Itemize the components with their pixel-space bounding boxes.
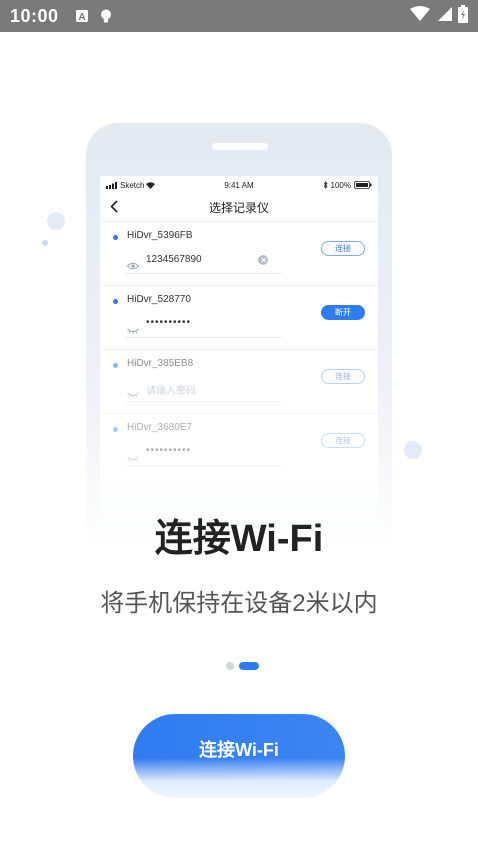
bluetooth-icon — [323, 181, 328, 189]
decor-bubble — [47, 212, 65, 230]
connect-button[interactable]: 连接 — [321, 433, 365, 448]
connect-button[interactable]: 连接 — [321, 369, 365, 384]
page-subtitle: 将手机保持在设备2米以内 — [100, 590, 378, 617]
status-right-icons — [410, 0, 468, 32]
device-row: HiDvr_385EB8 请输入密码 连接 — [100, 350, 378, 414]
ios-battery: 100% — [323, 181, 372, 190]
phone-speaker — [212, 143, 268, 150]
password-placeholder[interactable]: 请输入密码 — [146, 382, 196, 397]
page-indicator — [226, 662, 259, 670]
svg-text:A: A — [78, 12, 85, 23]
device-row: HiDvr_528770 •••••••••• 断开 — [100, 286, 378, 350]
device-dot — [113, 235, 118, 240]
page-dot[interactable] — [226, 662, 234, 670]
password-field[interactable]: •••••••••• — [146, 445, 191, 456]
nav-bar: 选择记录仪 — [100, 194, 378, 222]
clear-input-icon[interactable] — [258, 255, 268, 265]
device-row: HiDvr_3680E7 •••••••••• 连接 — [100, 414, 378, 477]
battery-icon — [458, 4, 468, 28]
phone-illustration: Sketch 9:41 AM 100% 选择记录仪 HiDvr_5396FB 1… — [86, 123, 392, 556]
device-dot — [113, 299, 118, 304]
decor-bubble — [404, 441, 422, 459]
ios-status-bar: Sketch 9:41 AM 100% — [100, 176, 378, 194]
input-underline — [126, 273, 281, 274]
device-row: HiDvr_5396FB 1234567890 连接 — [100, 222, 378, 286]
input-underline — [126, 465, 281, 466]
password-field[interactable]: 1234567890 — [146, 254, 202, 265]
text-a-icon: A — [75, 9, 89, 23]
device-name: HiDvr_5396FB — [127, 230, 193, 241]
device-name: HiDvr_528770 — [127, 294, 191, 305]
page-title: 连接Wi-Fi — [154, 518, 324, 560]
status-time: 10:00 — [10, 5, 59, 26]
disconnect-button[interactable]: 断开 — [321, 305, 365, 320]
lightbulb-icon — [99, 9, 113, 23]
status-bar: 10:00 A — [0, 0, 478, 32]
connect-wifi-button[interactable]: 连接Wi-Fi — [133, 714, 345, 798]
cell-signal-icon — [436, 6, 452, 27]
back-chevron-icon[interactable] — [110, 200, 118, 216]
phone-screen: Sketch 9:41 AM 100% 选择记录仪 HiDvr_5396FB 1… — [100, 176, 378, 556]
input-underline — [126, 401, 281, 402]
device-name: HiDvr_3680E7 — [127, 422, 193, 433]
connect-wifi-button-label: 连接Wi-Fi — [199, 740, 279, 760]
device-dot — [113, 427, 118, 432]
decor-bubble — [42, 240, 48, 246]
input-underline — [126, 337, 281, 338]
battery-icon — [354, 181, 372, 189]
connect-button[interactable]: 连接 — [321, 241, 365, 256]
device-name: HiDvr_385EB8 — [127, 358, 194, 369]
device-dot — [113, 363, 118, 368]
page-dot-active[interactable] — [239, 662, 259, 670]
wifi-icon — [410, 5, 430, 27]
ios-battery-label: 100% — [330, 180, 351, 190]
nav-title: 选择记录仪 — [208, 201, 269, 215]
password-field[interactable]: •••••••••• — [146, 317, 191, 328]
